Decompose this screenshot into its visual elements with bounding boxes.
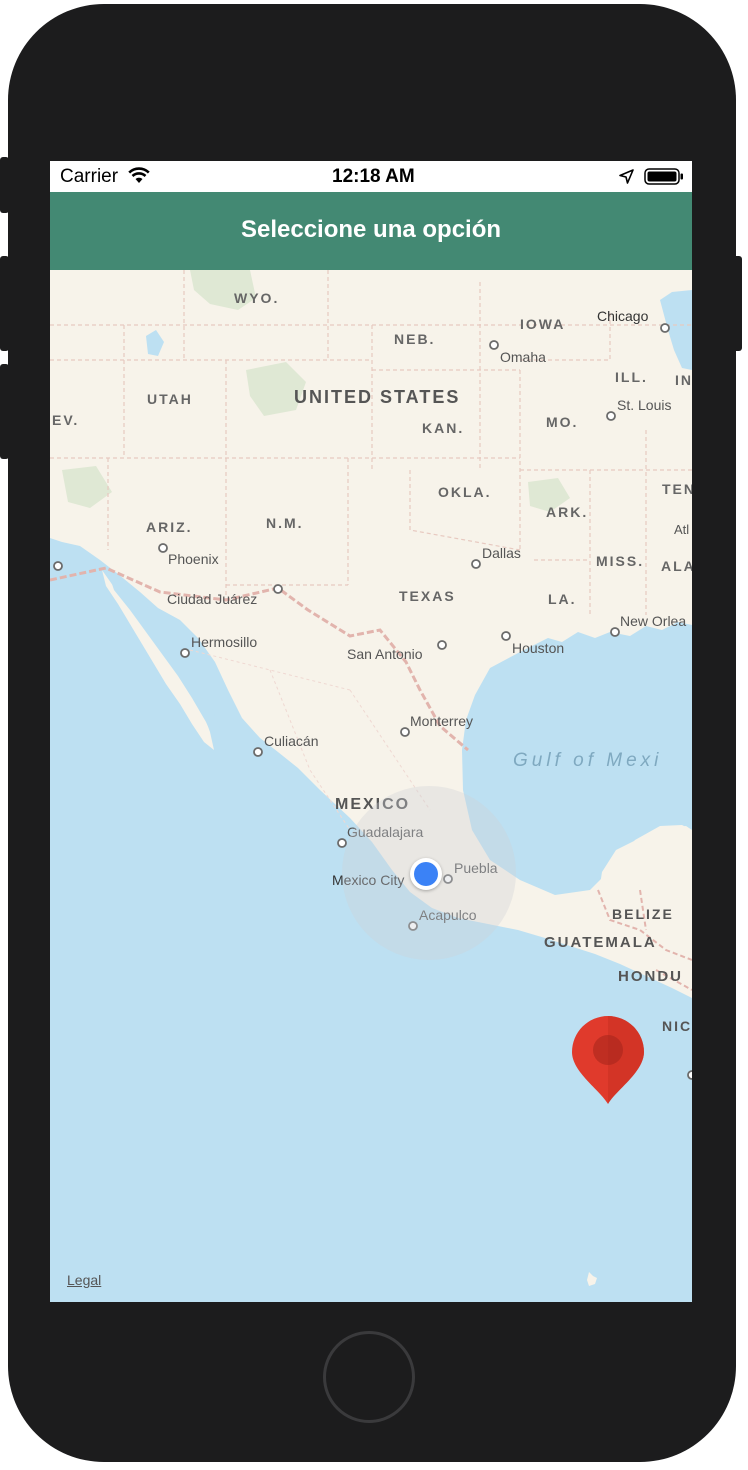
screen: Carrier 12:18 AM Seleccione una opción W… bbox=[50, 161, 692, 1302]
country-label: GUATEMALA bbox=[544, 934, 657, 951]
map-pin-icon[interactable] bbox=[570, 1016, 646, 1106]
city-dot bbox=[501, 631, 511, 641]
city-label: Phoenix bbox=[168, 551, 219, 567]
carrier-label: Carrier bbox=[60, 166, 119, 187]
city-label: Houston bbox=[512, 640, 565, 656]
city-dot bbox=[660, 323, 670, 333]
map-view[interactable]: WYO. NEB. IOWA ILL. IN UTAH UNITED STATE… bbox=[50, 270, 692, 1302]
city-dot bbox=[610, 627, 620, 637]
city-dot bbox=[489, 340, 499, 350]
water-label: Gulf of Mexi bbox=[513, 750, 663, 771]
city-dot bbox=[471, 559, 481, 569]
legal-link[interactable]: Legal bbox=[67, 1272, 101, 1288]
wifi-icon bbox=[128, 167, 150, 183]
city-dot bbox=[687, 1070, 692, 1080]
city-label: Culiacán bbox=[264, 733, 319, 749]
city-label: Dallas bbox=[482, 545, 521, 561]
city-dot bbox=[437, 640, 447, 650]
user-location-dot[interactable] bbox=[410, 858, 442, 890]
city-label: Hermosillo bbox=[191, 634, 258, 650]
island-shape bbox=[587, 1272, 597, 1286]
city-dot bbox=[273, 584, 283, 594]
clock: 12:18 AM bbox=[332, 166, 415, 187]
battery-icon bbox=[644, 168, 683, 185]
city-dot bbox=[253, 747, 263, 757]
city-label: New Orlea bbox=[620, 613, 687, 629]
city-dot bbox=[180, 648, 190, 658]
city-dot bbox=[53, 561, 63, 571]
status-bar: Carrier 12:18 AM bbox=[50, 161, 692, 192]
city-label: St. Louis bbox=[617, 397, 672, 413]
city-label: Atl bbox=[674, 522, 690, 537]
country-label: BELIZE bbox=[612, 906, 674, 922]
location-arrow-icon bbox=[619, 169, 634, 184]
city-label: Omaha bbox=[500, 349, 546, 365]
city-dot bbox=[606, 411, 616, 421]
country-label: NIC bbox=[662, 1018, 692, 1034]
city-label: Monterrey bbox=[410, 713, 474, 729]
city-label: Chicago bbox=[597, 308, 649, 324]
city-label: San Antonio bbox=[347, 646, 423, 662]
city-markers bbox=[53, 323, 692, 1080]
navigation-bar: Seleccione una opción bbox=[50, 192, 692, 270]
city-label: Ciudad Juárez bbox=[167, 591, 258, 607]
page-title: Seleccione una opción bbox=[240, 216, 502, 243]
city-dot bbox=[400, 727, 410, 737]
country-label: HONDU bbox=[618, 968, 683, 985]
city-dot bbox=[158, 543, 168, 553]
home-button[interactable] bbox=[323, 1331, 415, 1423]
city-dot bbox=[337, 838, 347, 848]
